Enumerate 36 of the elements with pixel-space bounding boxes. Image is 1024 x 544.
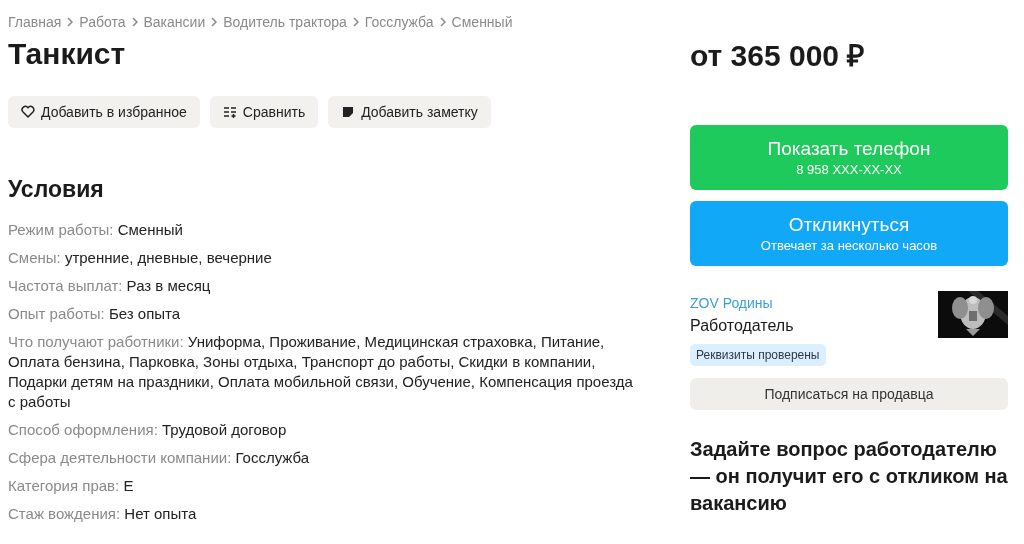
condition-row-text: Способ оформления: Трудовой договор xyxy=(8,420,288,440)
breadcrumb-link[interactable]: Работа xyxy=(79,11,126,33)
page-title: Танкист xyxy=(8,36,126,72)
condition-row-text: Режим работы: Сменный xyxy=(8,220,184,240)
question-heading: Задайте вопрос работодателю — он получит его с откликом на вакансию xyxy=(690,437,1008,516)
seller-role: Работодатель xyxy=(690,316,794,336)
breadcrumb-link[interactable]: Вакансии xyxy=(143,11,206,33)
chevron-icon xyxy=(352,17,359,27)
compare-button[interactable]: Сравнить xyxy=(209,96,319,128)
condition-row-text: Опыт работы: Без опыта xyxy=(8,304,182,324)
price: от 365 000 ₽ xyxy=(690,38,865,74)
breadcrumb-link[interactable]: Главная xyxy=(8,11,62,33)
list-plus-icon xyxy=(222,105,237,119)
note-button[interactable]: Добавить заметку xyxy=(328,96,491,128)
favorite-button[interactable]: Добавить в избранное xyxy=(8,96,200,128)
section-heading: Условия xyxy=(8,175,104,204)
verified-badge: Реквизиты проверены xyxy=(690,344,826,366)
chevron-icon xyxy=(211,17,218,27)
heart-icon xyxy=(21,105,35,119)
chevron-icon xyxy=(131,17,138,27)
subscribe-button[interactable]: Подписаться на продавца xyxy=(690,378,1008,410)
seller-link[interactable]: ZOV Родины xyxy=(690,293,773,313)
chevron-icon xyxy=(439,17,446,27)
breadcrumb-link[interactable]: Сменный xyxy=(451,11,513,33)
condition-row-text: Смены: утренние, дневные, вечерние xyxy=(8,248,273,268)
respond-button[interactable]: Откликнуться Отвечает за несколько часов xyxy=(690,201,1008,266)
condition-row-text: Категория прав: Е xyxy=(8,476,135,496)
condition-row-text: Что получают работники: Униформа, Проживание, Медицинская страховка, Питание, Оплата бензина, Парковка, Зоны отдыха, Транспорт до работы, Скидки в компании, Подарки детям на праздники, Оплата мобильной связи, Обучение, Компенсация проезда с работы xyxy=(8,332,634,412)
note-icon xyxy=(341,105,356,119)
condition-row-text: Сфера деятельности компании: Госслужба xyxy=(8,448,311,468)
condition-row-text: Частота выплат: Раз в месяц xyxy=(8,276,212,296)
breadcrumb-link[interactable]: Госслужба xyxy=(364,11,434,33)
breadcrumb-link[interactable]: Водитель трактора xyxy=(223,11,347,33)
phone-button[interactable]: Показать телефон 8 958 XXX-XX-XX xyxy=(690,125,1008,190)
chevron-icon xyxy=(67,17,74,27)
condition-row-text: Стаж вождения: Нет опыта xyxy=(8,504,198,524)
